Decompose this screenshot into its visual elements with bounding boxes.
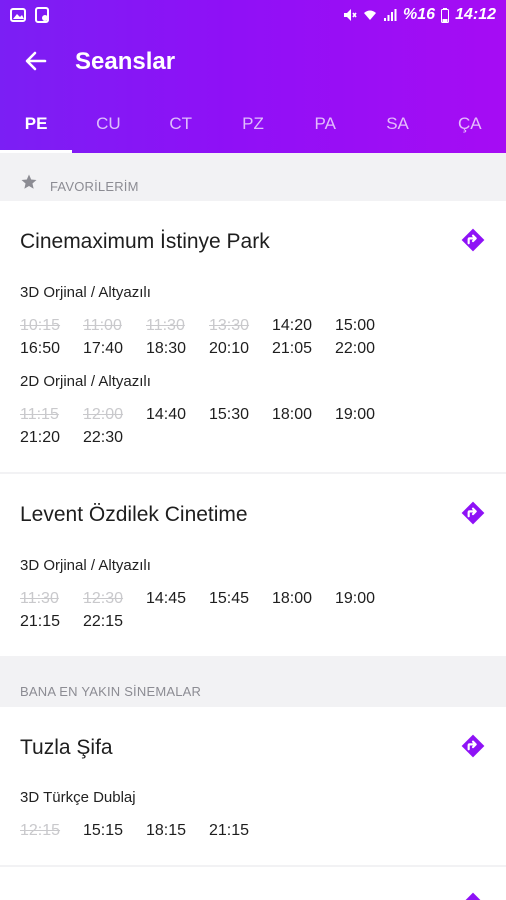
- showtime[interactable]: 22:00: [335, 339, 398, 358]
- signal-icon: [384, 9, 397, 21]
- status-bar: %16 14:12: [0, 0, 506, 30]
- favorites-section-header: FAVORİLERİM: [0, 153, 506, 201]
- directions-icon[interactable]: [460, 733, 486, 759]
- showtime[interactable]: 19:00: [335, 589, 398, 608]
- tab-day[interactable]: SA: [361, 92, 433, 153]
- showtime-past: 12:00: [83, 406, 124, 423]
- showtime[interactable]: 17:40: [83, 339, 146, 358]
- back-button[interactable]: [20, 45, 52, 77]
- showtimes-grid: 11:30 12:30 14:45 15:45 18:00 19:00 21:15 22:15: [20, 589, 420, 631]
- tab-day[interactable]: PE: [0, 92, 73, 153]
- cinema-card: Levent Özdilek Cinetime 3D Orjinal / Alt…: [0, 474, 506, 656]
- showtimes-grid: 12:15 15:15 18:15 21:15: [20, 821, 420, 840]
- gallery-notification-icon: [10, 8, 26, 22]
- showtime-past: 12:15: [20, 822, 61, 839]
- showtime[interactable]: 21:15: [209, 821, 272, 840]
- showtime-past: 10:15: [20, 317, 61, 334]
- showtime[interactable]: 15:30: [209, 405, 272, 424]
- format-label: 3D Türkçe Dublaj: [20, 789, 136, 806]
- tab-day[interactable]: PA: [289, 92, 361, 153]
- showtime-past: 11:15: [20, 406, 59, 423]
- star-icon: [21, 174, 37, 189]
- showtime[interactable]: 20:10: [209, 339, 272, 358]
- format-label: 3D Orjinal / Altyazılı: [20, 284, 151, 301]
- showtime-past: 12:30: [83, 590, 124, 607]
- cinema-card: Tuzla Şifa 3D Türkçe Dublaj 12:15 15:15 18…: [0, 707, 506, 865]
- day-tabs: PE CU CT PZ PA SA ÇA: [0, 92, 506, 153]
- tab-day[interactable]: ÇA: [434, 92, 506, 153]
- showtime[interactable]: 21:15: [20, 612, 83, 631]
- app-header: %16 14:12 Seanslar PE CU CT PZ PA SA ÇA: [0, 0, 506, 153]
- mute-icon: [344, 9, 357, 21]
- showtimes-grid: 11:15 12:00 14:40 15:30 18:00 19:00 21:20 22:30: [20, 405, 420, 447]
- tab-day[interactable]: PZ: [217, 92, 289, 153]
- showtime[interactable]: 16:50: [20, 339, 83, 358]
- format-label: 3D Orjinal / Altyazılı: [20, 557, 151, 574]
- showtime[interactable]: 14:20: [272, 316, 335, 335]
- nearby-label: BANA EN YAKIN SİNEMALAR: [20, 684, 202, 699]
- tab-day[interactable]: CU: [72, 92, 144, 153]
- showtime[interactable]: 22:30: [83, 428, 146, 447]
- showtime-past: 11:00: [83, 317, 122, 334]
- app-notification-icon: [35, 7, 49, 23]
- cinema-name[interactable]: Levent Özdilek Cinetime: [20, 503, 248, 527]
- showtime-past: 13:30: [209, 317, 250, 334]
- showtime[interactable]: 15:45: [209, 589, 272, 608]
- battery-icon: [441, 7, 450, 23]
- showtime[interactable]: 18:00: [272, 589, 335, 608]
- directions-icon[interactable]: [460, 891, 486, 900]
- directions-icon[interactable]: [460, 227, 486, 253]
- showtime[interactable]: 22:15: [83, 612, 146, 631]
- favorites-label: FAVORİLERİM: [50, 179, 139, 194]
- showtime[interactable]: 21:20: [20, 428, 83, 447]
- showtime[interactable]: 15:00: [335, 316, 398, 335]
- clock: 14:12: [455, 6, 496, 23]
- showtime-past: 11:30: [146, 317, 185, 334]
- showtime[interactable]: 18:00: [272, 405, 335, 424]
- showtime[interactable]: 15:15: [83, 821, 146, 840]
- directions-icon[interactable]: [460, 500, 486, 526]
- showtime[interactable]: 18:15: [146, 821, 209, 840]
- format-label: 2D Orjinal / Altyazılı: [20, 373, 151, 390]
- toolbar: Seanslar: [0, 30, 506, 92]
- cinema-card-partial: [0, 867, 506, 900]
- wifi-icon: [364, 10, 377, 20]
- cinema-name[interactable]: Tuzla Şifa: [20, 736, 113, 760]
- battery-percent: %16: [403, 6, 436, 23]
- cinema-name[interactable]: Cinemaximum İstinye Park: [20, 230, 270, 254]
- arrow-left-icon: [25, 51, 47, 71]
- cinema-card: Cinemaximum İstinye Park 3D Orjinal / Al…: [0, 201, 506, 472]
- showtime[interactable]: 19:00: [335, 405, 398, 424]
- page-title: Seanslar: [75, 48, 176, 75]
- nearby-section-header: BANA EN YAKIN SİNEMALAR: [0, 656, 506, 707]
- showtime[interactable]: 18:30: [146, 339, 209, 358]
- tab-day[interactable]: CT: [145, 92, 217, 153]
- showtimes-grid: 10:15 11:00 11:30 13:30 14:20 15:00 16:50 17:40…: [20, 316, 420, 358]
- showtime-past: 11:30: [20, 590, 59, 607]
- showtime[interactable]: 21:05: [272, 339, 335, 358]
- showtime[interactable]: 14:40: [146, 405, 209, 424]
- showtime[interactable]: 14:45: [146, 589, 209, 608]
